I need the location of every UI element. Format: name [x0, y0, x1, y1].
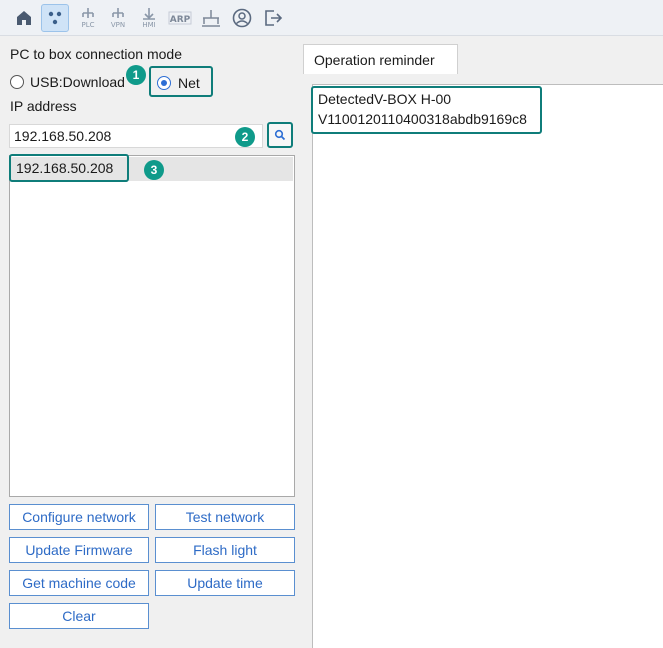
network-nodes-icon: [48, 11, 62, 25]
ip-address-label: IP address: [10, 98, 77, 114]
arp-button[interactable]: ARP: [166, 4, 194, 32]
arp-icon: ARP: [168, 11, 192, 25]
usb-download-label: USB:Download: [30, 74, 125, 90]
configure-network-button[interactable]: Configure network: [9, 504, 149, 530]
svg-text:PLC: PLC: [81, 21, 94, 29]
user-button[interactable]: [228, 4, 256, 32]
home-icon: [17, 11, 31, 25]
network-nodes-button[interactable]: [41, 4, 69, 32]
net-label: Net: [178, 75, 200, 91]
vpn-button[interactable]: VPN: [104, 4, 132, 32]
logout-button[interactable]: [259, 4, 287, 32]
svg-text:HMI: HMI: [142, 21, 155, 29]
clear-button[interactable]: Clear: [9, 603, 149, 629]
plc-button[interactable]: PLC: [74, 4, 102, 32]
step-badge-2: 2: [235, 127, 255, 147]
ip-address-list[interactable]: 192.168.50.208: [9, 155, 295, 497]
tab-operation-reminder[interactable]: Operation reminder: [303, 44, 458, 74]
usb-download-radio[interactable]: [10, 75, 24, 89]
search-icon: [274, 129, 286, 141]
search-button[interactable]: [267, 122, 293, 148]
test-network-button[interactable]: Test network: [155, 504, 295, 530]
vpn-icon: VPN: [111, 8, 125, 29]
logout-icon: [265, 10, 283, 26]
net-radio[interactable]: [157, 76, 171, 90]
flash-light-button[interactable]: Flash light: [155, 537, 295, 563]
net-option[interactable]: Net: [157, 73, 200, 93]
svg-text:ARP: ARP: [170, 15, 191, 25]
plc-icon: PLC: [81, 8, 95, 29]
connection-mode-options: USB:Download: [10, 72, 125, 92]
ethernet-icon: [202, 10, 220, 27]
hmi-icon: HMI: [142, 8, 156, 29]
ethernet-button[interactable]: [197, 4, 225, 32]
get-machine-code-button[interactable]: Get machine code: [9, 570, 149, 596]
operation-reminder-panel: DetectedV-BOX H-00 V1100120110400318abdb…: [312, 84, 663, 648]
user-icon: [232, 8, 252, 28]
svg-text:VPN: VPN: [111, 21, 125, 29]
reminder-line-serial: V1100120110400318abdb9169c8: [318, 111, 527, 127]
ip-address-input[interactable]: [9, 124, 263, 148]
hmi-button[interactable]: HMI: [135, 4, 163, 32]
connection-mode-label: PC to box connection mode: [10, 46, 182, 62]
reminder-line-device: DetectedV-BOX H-00: [318, 91, 452, 107]
toolbar: PLC VPN HMI ARP: [0, 0, 663, 36]
step-badge-3: 3: [144, 160, 164, 180]
update-time-button[interactable]: Update time: [155, 570, 295, 596]
home-button[interactable]: [10, 4, 38, 32]
update-firmware-button[interactable]: Update Firmware: [9, 537, 149, 563]
step-badge-1: 1: [126, 65, 146, 85]
